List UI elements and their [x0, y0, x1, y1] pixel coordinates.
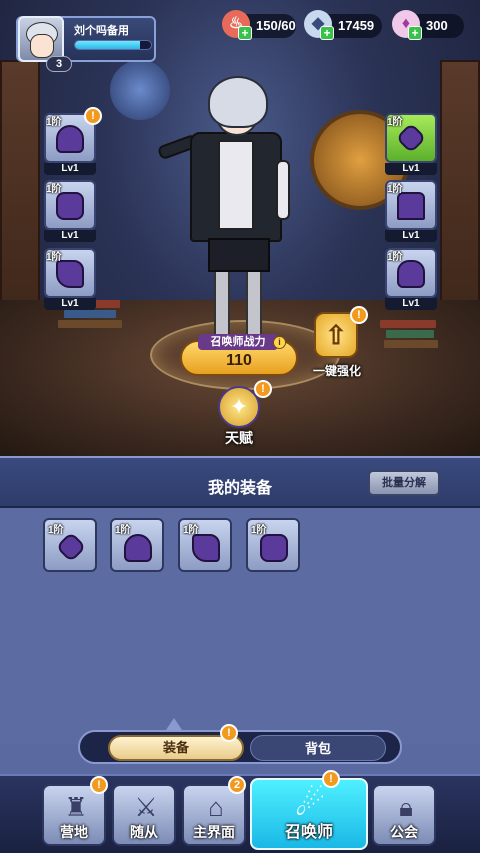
slot-level: Lv1 [44, 230, 96, 242]
helmet-alert-badge: ! [84, 107, 102, 125]
castle-icon: ♜ [64, 792, 88, 822]
slot-level: Lv1 [44, 163, 96, 175]
inventory-item[interactable]: 1阶 [110, 518, 164, 572]
add-gem-button[interactable]: + [408, 26, 422, 40]
nav-guild[interactable]: 🔒︎ 公会 [372, 784, 436, 846]
nav-label: 随从 [130, 824, 158, 840]
slot-level: Lv1 [44, 298, 96, 310]
diamond-value: 17459 [338, 18, 375, 33]
slot-level: Lv1 [385, 298, 437, 310]
nav-label: 公会 [390, 824, 418, 840]
inventory-panel: 我的装备 批量分解 1阶 1阶 1阶 1阶 [0, 456, 480, 774]
sword-icon: ⚔ [134, 792, 158, 822]
lock-icon: 🔒︎ [399, 792, 413, 822]
gem-value: 300 [426, 18, 448, 33]
summoner-alert-badge: ! [322, 770, 340, 788]
exp-bar [74, 40, 152, 50]
info-icon[interactable]: i [273, 336, 286, 349]
slot-tier: 1阶 [387, 252, 403, 263]
slot-tier: 1阶 [46, 252, 62, 263]
tab-pointer [166, 718, 182, 730]
combat-power-label: 召唤师战力 [198, 334, 278, 350]
slot-tier: 1阶 [387, 117, 403, 128]
nav-label: 召唤师 [284, 824, 333, 841]
equip-slot-amulet[interactable]: 1阶 Lv1 [385, 113, 437, 175]
player-level-badge: 3 [46, 56, 72, 72]
camp-alert-badge: ! [90, 776, 108, 794]
summoner-character[interactable] [150, 70, 310, 350]
home-icon: ⌂ [208, 792, 224, 822]
gem-counter[interactable]: ♦ + 300 [392, 10, 464, 40]
hood-helmet-icon [56, 125, 84, 153]
inventory-item[interactable]: 1阶 [43, 518, 97, 572]
inventory-header: 我的装备 批量分解 [0, 456, 480, 508]
inventory-grid: 1阶 1阶 1阶 1阶 [0, 508, 480, 744]
item-tier: 1阶 [48, 525, 64, 536]
combat-power-value: 110 [226, 352, 252, 369]
tab-backpack[interactable]: 背包 [250, 735, 386, 761]
item-tier: 1阶 [251, 525, 267, 536]
equip-slot-gloves[interactable]: 1阶 Lv1 [385, 248, 437, 310]
player-name: 刘个吗备用 [74, 25, 129, 37]
slot-tier: 1阶 [46, 184, 62, 195]
add-diamond-button[interactable]: + [320, 26, 334, 40]
amulet-icon [55, 531, 87, 563]
boots-icon [56, 260, 84, 288]
main-count-badge: 2 [228, 776, 246, 794]
nav-followers[interactable]: ⚔ 随从 [112, 784, 176, 846]
nav-label: 营地 [60, 824, 88, 840]
slot-tier: 1阶 [387, 184, 403, 195]
bottom-nav: ♜ 营地 ⚔ 随从 ⌂ 主界面 ☄ 召唤师 🔒︎ 公会 ! 2 ! [0, 770, 480, 853]
slot-tier: 1阶 [46, 117, 62, 128]
armor-icon [260, 534, 288, 562]
diamond-counter[interactable]: ◆ + 17459 [304, 10, 382, 40]
talent-label: 天赋 [225, 430, 253, 446]
item-tier: 1阶 [183, 525, 199, 536]
stamina-counter[interactable]: ♨ + 150/60 [222, 10, 296, 40]
upgrade-alert-badge: ! [350, 306, 368, 324]
exp-bar-fill [75, 41, 140, 49]
inventory-item[interactable]: 1阶 [178, 518, 232, 572]
talent-alert-badge: ! [254, 380, 272, 398]
item-tier: 1阶 [115, 525, 131, 536]
add-stamina-button[interactable]: + [238, 26, 252, 40]
gloves-icon [397, 260, 425, 288]
stamina-value: 150/60 [256, 18, 296, 33]
upgrade-label: 一键强化 [312, 364, 361, 378]
hood-helmet-icon [124, 534, 152, 562]
equip-slot-boots[interactable]: 1阶 Lv1 [44, 248, 96, 310]
inventory-item[interactable]: 1阶 [246, 518, 300, 572]
panel-tabs: 装备 背包 [78, 730, 402, 764]
pants-icon [397, 192, 425, 220]
slot-level: Lv1 [385, 163, 437, 175]
boots-icon [192, 534, 220, 562]
batch-dismantle-button[interactable]: 批量分解 [368, 470, 440, 496]
equip-slot-pants[interactable]: 1阶 Lv1 [385, 180, 437, 242]
slot-level: Lv1 [385, 230, 437, 242]
nav-label: 主界面 [193, 824, 235, 840]
equip-slot-armor[interactable]: 1阶 Lv1 [44, 180, 96, 242]
nav-summoner[interactable]: ☄ 召唤师 [250, 778, 368, 850]
armor-icon [56, 192, 84, 220]
equipment-tab-alert-badge: ! [220, 724, 238, 742]
